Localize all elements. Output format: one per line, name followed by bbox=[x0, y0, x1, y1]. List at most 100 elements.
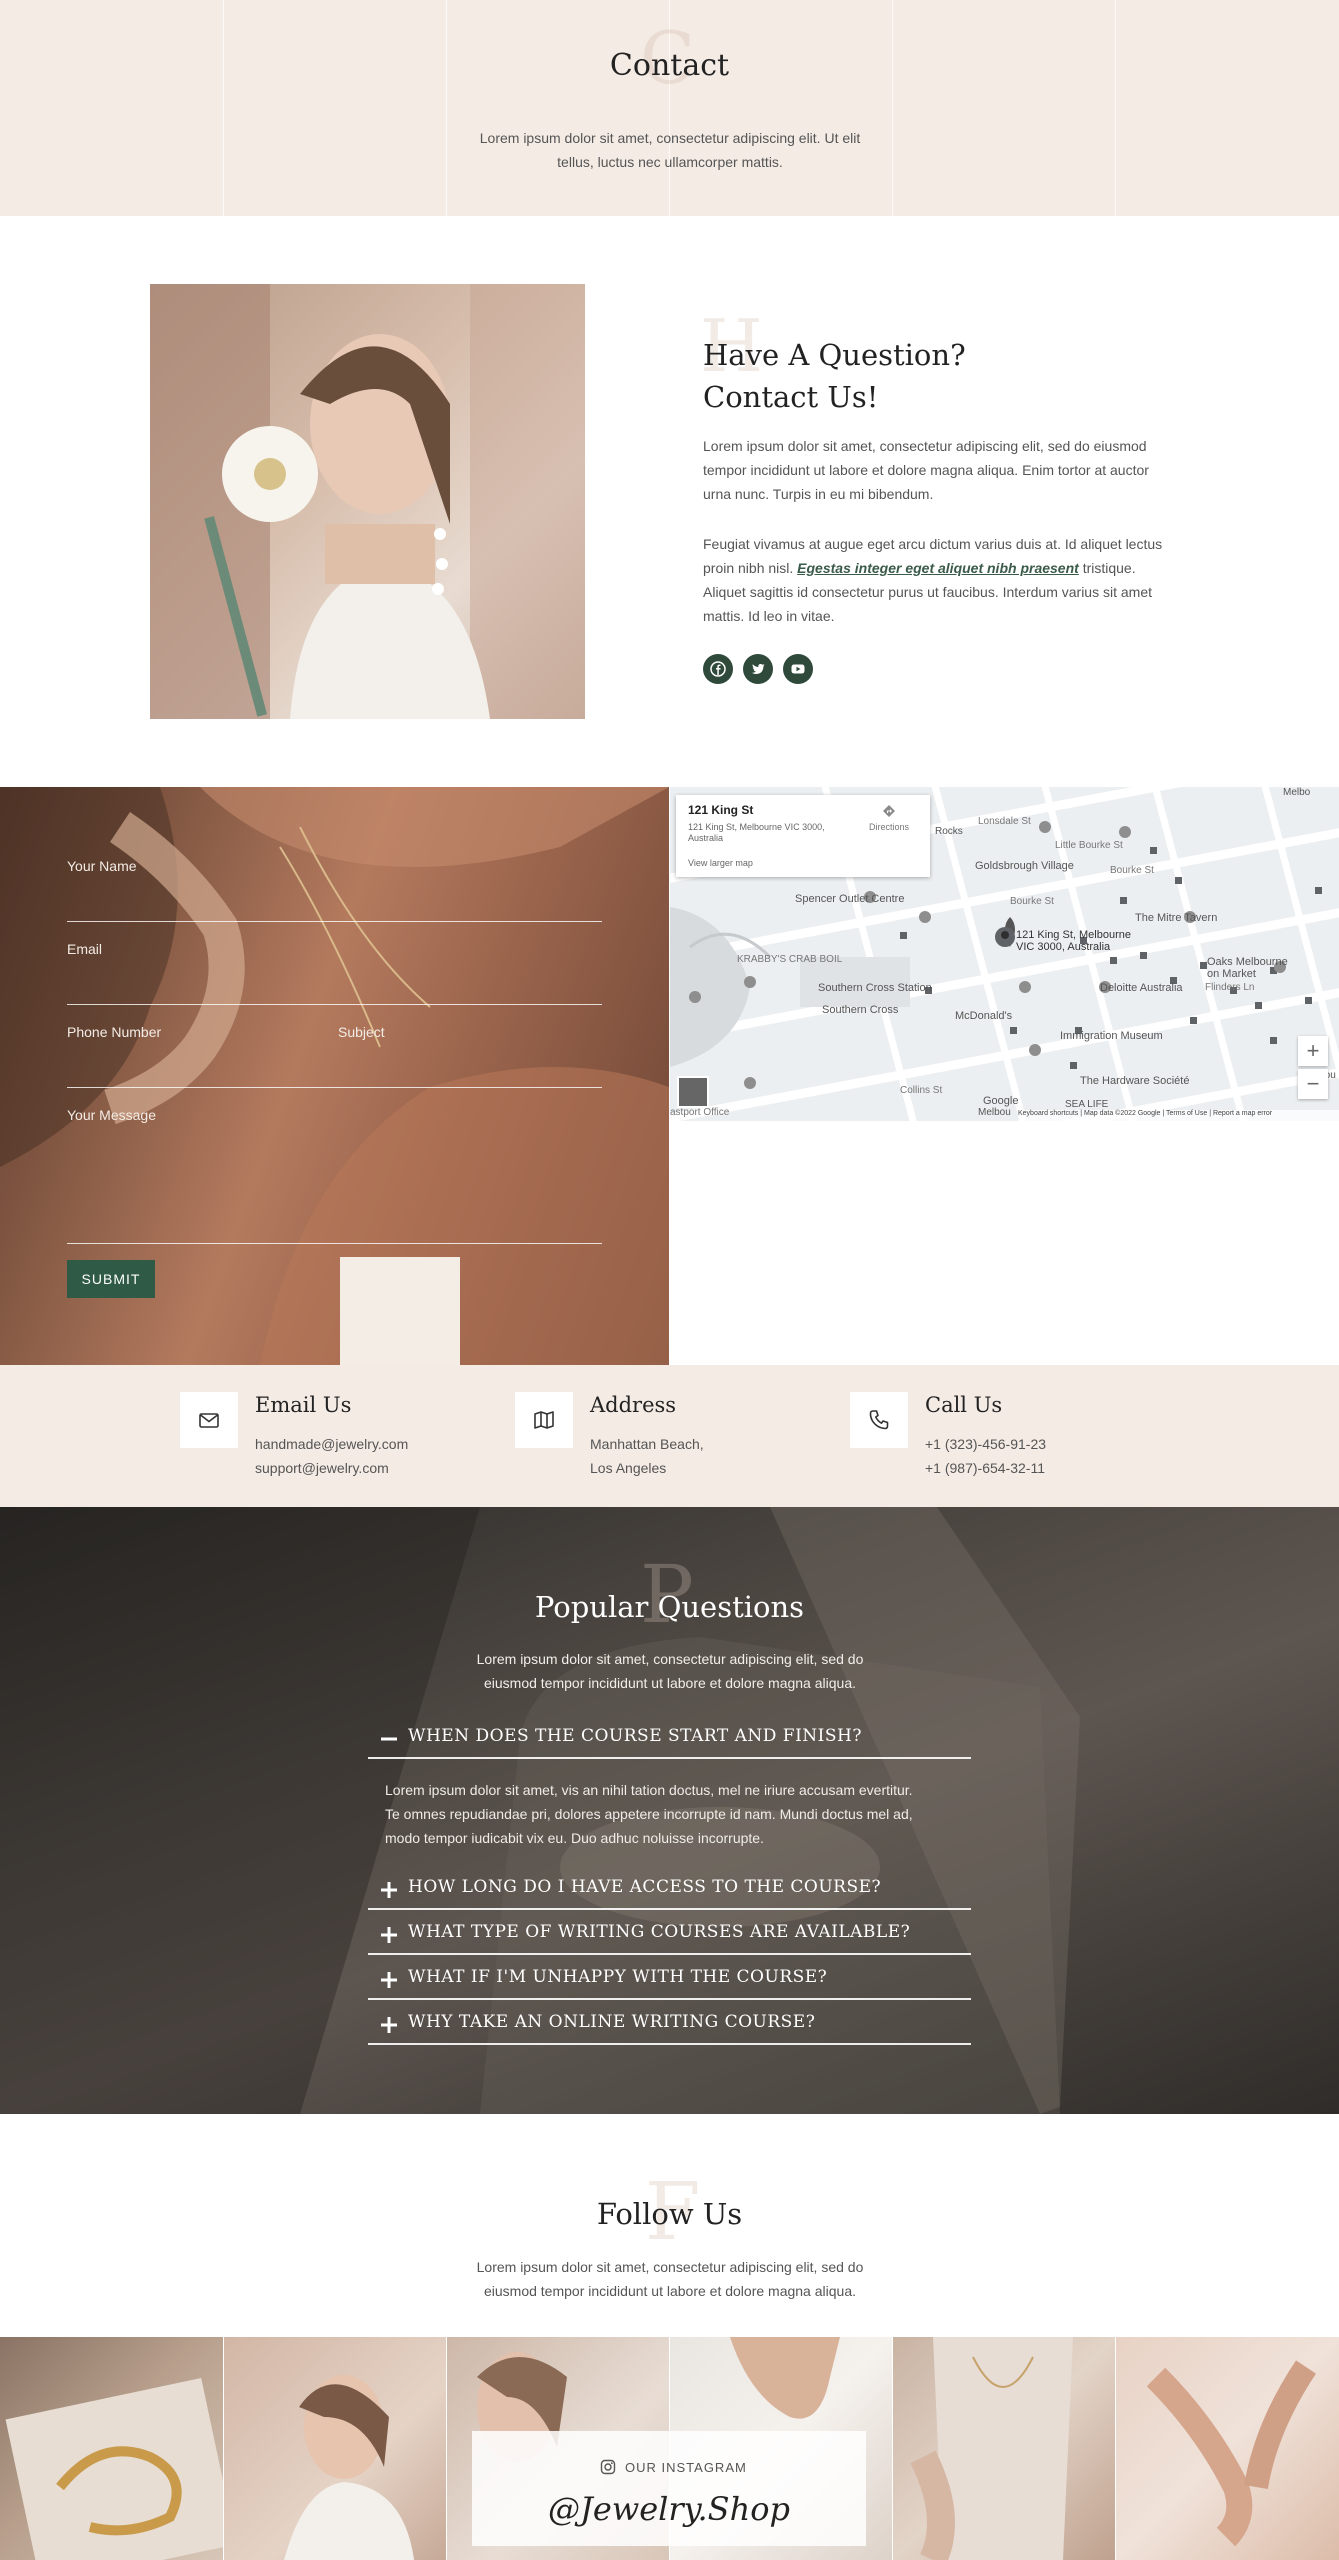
map-report-link[interactable]: Report a map error bbox=[1213, 1110, 1272, 1117]
faq-answer-line: Te omnes repudiandae pri, dolores appete… bbox=[385, 1806, 913, 1822]
directions-link[interactable]: Directions bbox=[869, 822, 909, 832]
faq-question[interactable]: WHAT IF I'M UNHAPPY WITH THE COURSE? bbox=[408, 1967, 827, 1987]
address-title: Address bbox=[590, 1393, 677, 1417]
email-address-1[interactable]: handmade@jewelry.com bbox=[255, 1436, 408, 1452]
minus-icon[interactable] bbox=[380, 1730, 398, 1748]
inline-link[interactable]: Egestas integer eget aliquet nibh praese… bbox=[797, 560, 1079, 576]
google-logo: Google bbox=[983, 1095, 1019, 1107]
contact-paragraph-1: Lorem ipsum dolor sit amet, consectetur … bbox=[703, 434, 1303, 506]
map-label: Bourke St bbox=[1110, 865, 1154, 876]
phone-subject-field[interactable] bbox=[67, 1087, 602, 1088]
paragraph-line: Lorem ipsum dolor sit amet, consectetur … bbox=[703, 438, 1147, 454]
map-label: Deloitte Australia bbox=[1100, 982, 1183, 994]
hero-subtitle: Lorem ipsum dolor sit amet, consectetur … bbox=[370, 126, 970, 174]
plus-icon[interactable] bbox=[380, 1971, 398, 1989]
email-title: Email Us bbox=[255, 1393, 352, 1417]
contact-paragraph-2: Feugiat vivamus at augue eget arcu dictu… bbox=[703, 532, 1303, 628]
paragraph-text: tristique. bbox=[1078, 560, 1136, 576]
name-field[interactable] bbox=[67, 921, 602, 922]
faq-subtitle-line: Lorem ipsum dolor sit amet, consectetur … bbox=[476, 1651, 864, 1667]
paragraph-line: urna nunc. Turpis in eu mi bibendum. bbox=[703, 486, 934, 502]
youtube-icon[interactable] bbox=[783, 654, 813, 684]
instagram-label: OUR INSTAGRAM bbox=[625, 2460, 747, 2475]
follow-title: Follow Us bbox=[596, 2197, 743, 2231]
hero-subtitle-line: tellus, luctus nec ullamcorper mattis. bbox=[557, 154, 783, 170]
email-field[interactable] bbox=[67, 1004, 602, 1005]
plus-icon[interactable] bbox=[380, 2016, 398, 2034]
map-label-line: on Market bbox=[1207, 968, 1256, 980]
faq-answer-line: modo tempor iudicabit vix eu. Duo adhuc … bbox=[385, 1830, 764, 1846]
map-label: Southern Cross bbox=[822, 1004, 899, 1016]
contact-heading-line: Contact Us! bbox=[703, 380, 879, 414]
phone-number-1[interactable]: +1 (323)-456-91-23 bbox=[925, 1436, 1046, 1452]
zoom-out-button[interactable]: − bbox=[1298, 1069, 1328, 1099]
phone-field-label: Phone Number bbox=[67, 1024, 162, 1040]
faq-answer-line: Lorem ipsum dolor sit amet, vis an nihil… bbox=[385, 1782, 913, 1798]
instagram-card[interactable] bbox=[472, 2431, 866, 2546]
faq-subtitle-line: eiusmod tempor incididunt ut labore et d… bbox=[483, 1675, 856, 1691]
view-larger-map-link[interactable]: View larger map bbox=[688, 858, 753, 868]
address-line-1: Manhattan Beach, bbox=[590, 1436, 704, 1452]
map-label: Oaks Melbourne on Market bbox=[1207, 956, 1288, 980]
plus-icon[interactable] bbox=[380, 1881, 398, 1899]
map-label: astport Office bbox=[670, 1107, 730, 1118]
faq-question[interactable]: WHAT TYPE OF WRITING COURSES ARE AVAILAB… bbox=[408, 1922, 910, 1942]
map-pin-label-line: 121 King St, Melbourne bbox=[1016, 929, 1131, 941]
zoom-in-button[interactable]: + bbox=[1298, 1036, 1328, 1066]
follow-subtitle-line: Lorem ipsum dolor sit amet, consectetur … bbox=[476, 2259, 864, 2275]
contact-heading-line: Have A Question? bbox=[703, 338, 966, 372]
submit-button[interactable]: SUBMIT bbox=[67, 1260, 155, 1298]
mail-icon bbox=[180, 1392, 238, 1448]
map-label: The Mitre Tavern bbox=[1135, 912, 1218, 924]
map-data-text: Map data ©2022 Google bbox=[1084, 1110, 1161, 1117]
map-label: The Hardware Société bbox=[1080, 1075, 1190, 1087]
map-label: KRABBY'S CRAB BOIL bbox=[737, 954, 843, 965]
faq-divider bbox=[368, 1998, 971, 2000]
map-shortcuts-link[interactable]: Keyboard shortcuts bbox=[1018, 1110, 1078, 1117]
map-label: Southern Cross Station bbox=[818, 982, 932, 994]
message-field-label: Your Message bbox=[67, 1107, 156, 1123]
directions-icon[interactable] bbox=[882, 804, 896, 818]
paragraph-line: tempor incididunt ut labore et dolore ma… bbox=[703, 462, 1149, 478]
faq-question-open[interactable]: WHEN DOES THE COURSE START AND FINISH? bbox=[408, 1726, 862, 1746]
instagram-photo-model-1[interactable] bbox=[224, 2337, 446, 2560]
plus-icon[interactable] bbox=[380, 1926, 398, 1944]
map-card-title: 121 King St bbox=[688, 803, 754, 817]
address-line-2: Los Angeles bbox=[590, 1460, 667, 1476]
page-title: Contact bbox=[609, 48, 730, 83]
paragraph-line: Aliquet sagittis id consectetur purus ut… bbox=[703, 584, 1152, 600]
map-label: Collins St bbox=[900, 1085, 943, 1096]
paragraph-line: mattis. Id leo in vitae. bbox=[703, 608, 835, 624]
name-field-label: Your Name bbox=[67, 858, 137, 874]
facebook-icon[interactable] bbox=[703, 654, 733, 684]
instagram-photo-hands[interactable] bbox=[1116, 2337, 1339, 2560]
map-label-line: Oaks Melbourne bbox=[1207, 956, 1288, 968]
map-label: Goldsbrough Village bbox=[975, 860, 1074, 872]
map-label: Lonsdale St bbox=[978, 816, 1031, 827]
instagram-photo-necklace[interactable] bbox=[893, 2337, 1115, 2560]
hero-section: C Contact Lorem ipsum dolor sit amet, co… bbox=[0, 0, 1339, 216]
paragraph-line: Feugiat vivamus at augue eget arcu dictu… bbox=[703, 536, 1163, 552]
call-title: Call Us bbox=[925, 1393, 1003, 1417]
faq-question[interactable]: WHY TAKE AN ONLINE WRITING COURSE? bbox=[408, 2012, 815, 2032]
instagram-photo-bracelet[interactable] bbox=[0, 2337, 223, 2560]
map-label: Melbo bbox=[1283, 787, 1311, 798]
map-label: Rocks bbox=[935, 826, 963, 837]
instagram-handle[interactable]: @Jewelry.Shop bbox=[472, 2490, 866, 2528]
faq-subtitle: Lorem ipsum dolor sit amet, consectetur … bbox=[370, 1647, 970, 1695]
twitter-icon[interactable] bbox=[743, 654, 773, 684]
phone-number-2[interactable]: +1 (987)-654-32-11 bbox=[925, 1460, 1045, 1476]
paragraph-text: proin nibh nisl. bbox=[703, 560, 798, 576]
faq-question[interactable]: HOW LONG DO I HAVE ACCESS TO THE COURSE? bbox=[408, 1877, 881, 1897]
map-card-address-line: 121 King St, Melbourne VIC 3000, bbox=[688, 822, 825, 832]
map-terms-link[interactable]: Terms of Use bbox=[1166, 1110, 1207, 1117]
message-field[interactable] bbox=[67, 1243, 602, 1244]
instagram-icon bbox=[600, 2459, 616, 2475]
map-label: Little Bourke St bbox=[1055, 840, 1123, 851]
map-pin-label: 121 King St, Melbourne VIC 3000, Austral… bbox=[1016, 929, 1131, 953]
follow-subtitle: Lorem ipsum dolor sit amet, consectetur … bbox=[370, 2255, 970, 2303]
map-footer: Keyboard shortcuts | Map data ©2022 Goog… bbox=[1018, 1110, 1339, 1121]
map-icon bbox=[515, 1392, 573, 1448]
email-address-2[interactable]: support@jewelry.com bbox=[255, 1460, 389, 1476]
map-card-address: 121 King St, Melbourne VIC 3000, Austral… bbox=[688, 822, 825, 844]
